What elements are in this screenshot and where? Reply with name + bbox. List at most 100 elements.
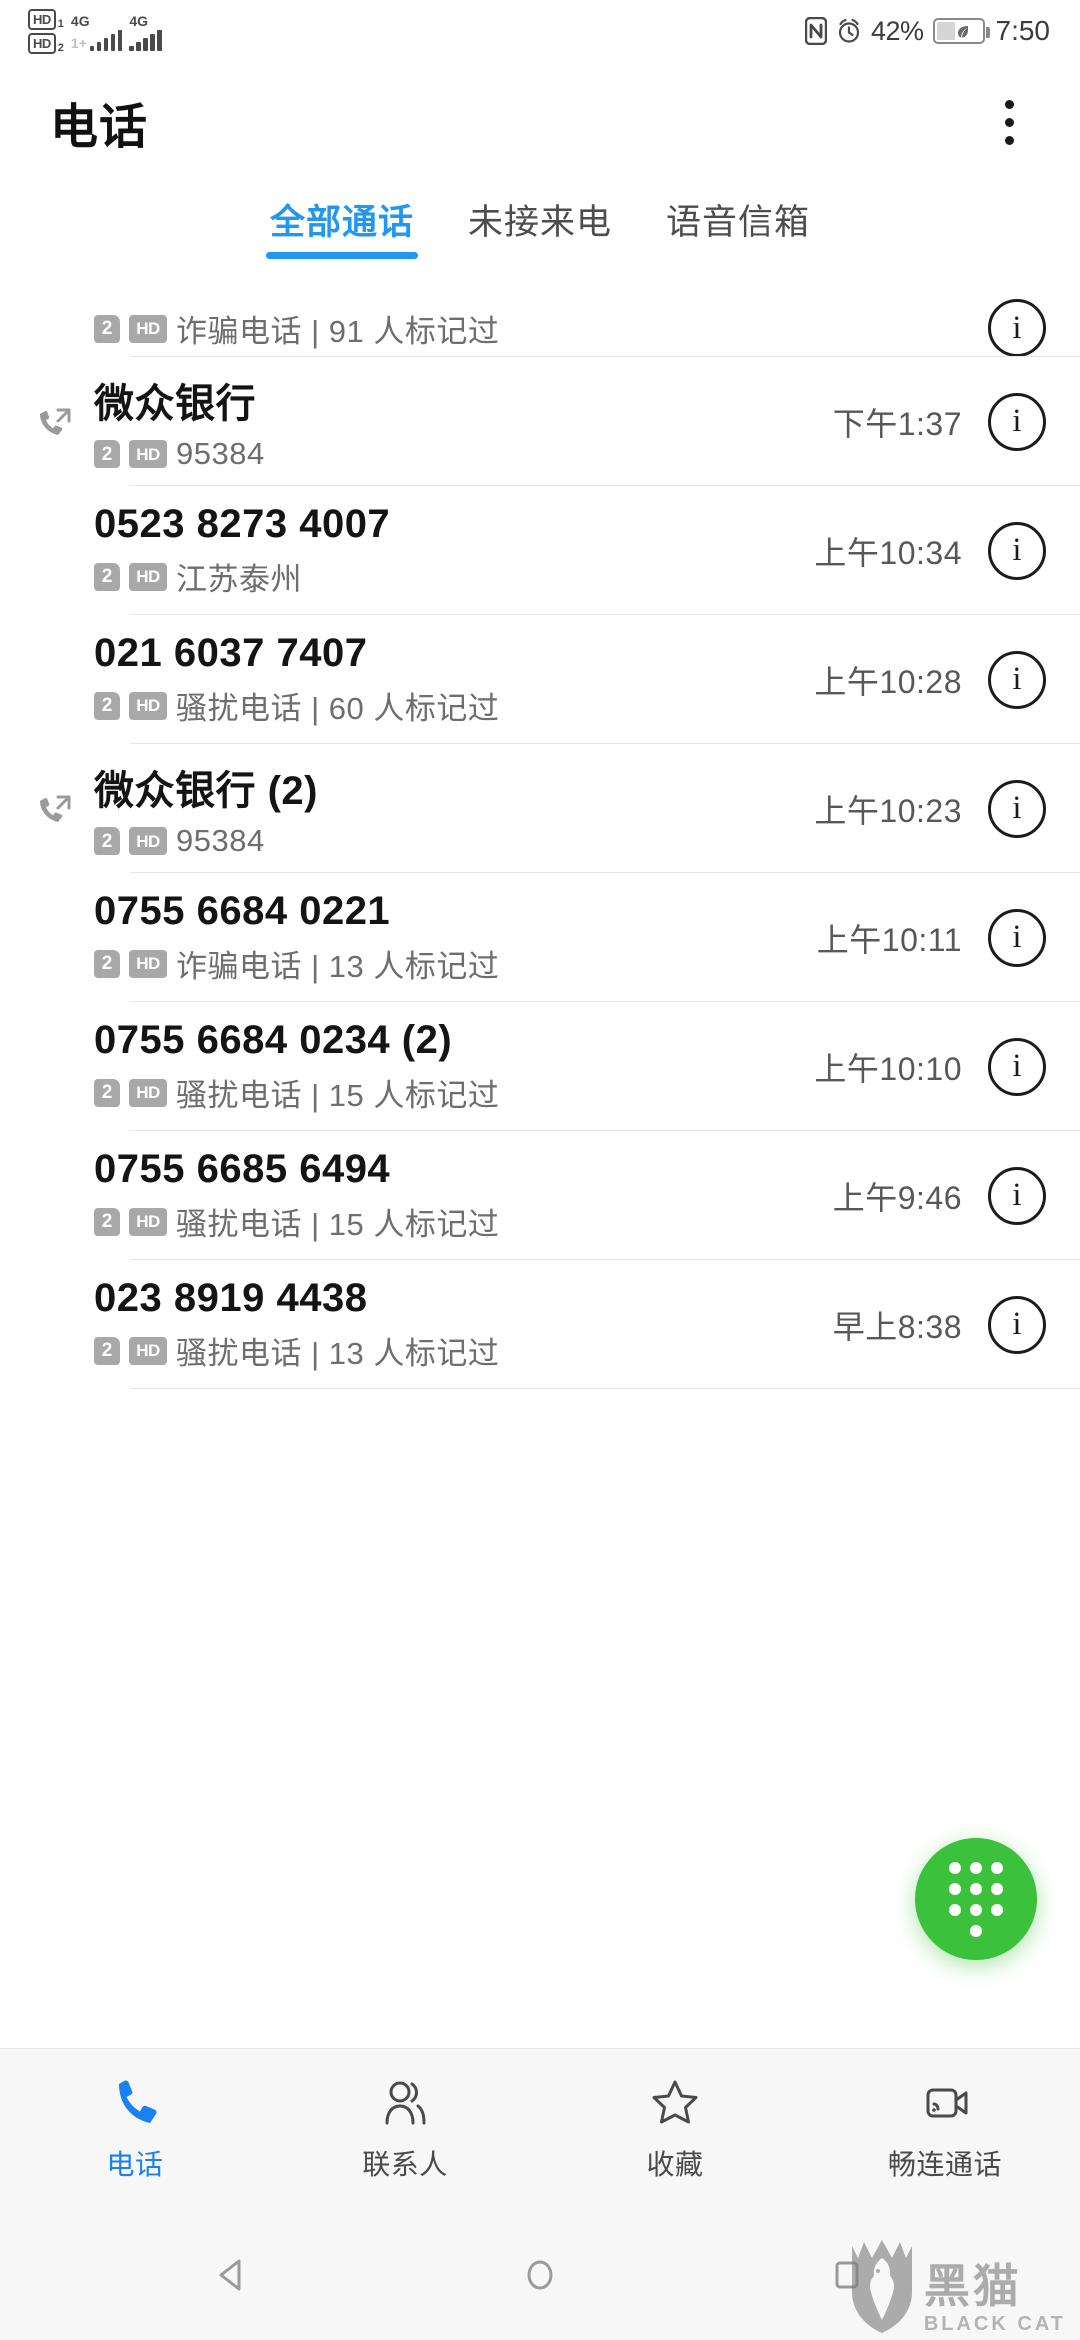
tab-voicemail[interactable]: 语音信箱 bbox=[660, 190, 816, 263]
table-row[interactable]: 023 8919 4438 2 HD 骚扰电话 | 13 人标记过 早上8:38… bbox=[0, 1260, 1080, 1389]
hd-indicator-sim2: HD 2 bbox=[28, 32, 64, 54]
nav-label: 电话 bbox=[106, 2149, 164, 2180]
hd-badge-icon: HD bbox=[28, 32, 56, 54]
nav-label: 畅连通话 bbox=[887, 2149, 1002, 2180]
call-description: 江苏泰州 bbox=[176, 562, 302, 597]
nfc-icon bbox=[804, 17, 827, 45]
call-details-button[interactable]: i bbox=[988, 908, 1046, 967]
system-navigation-bar: 黑猫 BLACK CAT bbox=[0, 2210, 1080, 2340]
table-row[interactable]: 0523 8273 4007 2 HD 江苏泰州 上午10:34 i bbox=[0, 486, 1080, 615]
call-contact-name: 021 6037 7407 bbox=[94, 631, 368, 675]
hd-badge: HD bbox=[129, 562, 167, 591]
call-contact-name: 0755 6684 0234 (2) bbox=[94, 1018, 453, 1062]
call-description: 诈骗电话 | 13 人标记过 bbox=[176, 949, 500, 984]
back-triangle-icon bbox=[219, 2259, 241, 2291]
call-details-button[interactable]: i bbox=[988, 1295, 1046, 1354]
nav-label: 收藏 bbox=[646, 2149, 704, 2180]
sim1-index: 1 bbox=[57, 17, 64, 30]
alarm-icon bbox=[838, 18, 860, 43]
sim-badge: 2 bbox=[94, 1207, 120, 1236]
nav-item-contacts[interactable]: 联系人 bbox=[270, 2076, 540, 2183]
signal-bars-icon bbox=[89, 29, 123, 51]
dialpad-icon bbox=[949, 1861, 1003, 1937]
call-time: 上午10:10 bbox=[814, 1050, 962, 1087]
watermark-cn: 黑猫 bbox=[923, 2260, 1022, 2312]
sim-badge: 2 bbox=[94, 1336, 120, 1365]
table-row[interactable]: 微众银行 2 HD 95384 下午1:37 i bbox=[0, 357, 1080, 486]
table-row[interactable]: 微众银行 (2) 2 HD 95384 上午10:23 i bbox=[0, 744, 1080, 873]
nav-item-meetime[interactable]: 畅连通话 bbox=[810, 2076, 1080, 2183]
call-details-button[interactable]: i bbox=[988, 1037, 1046, 1096]
hd-badge: HD bbox=[129, 691, 167, 720]
back-button[interactable] bbox=[198, 2240, 268, 2310]
call-description: 骚扰电话 | 13 人标记过 bbox=[176, 1336, 500, 1371]
signal-indicator-sim1: 4G 1+ bbox=[70, 11, 123, 51]
table-row[interactable]: 0755 6684 0234 (2) 2 HD 骚扰电话 | 15 人标记过 上… bbox=[0, 1002, 1080, 1131]
tab-bar: 全部通话 未接来电 语音信箱 bbox=[0, 182, 1080, 287]
table-row[interactable]: 021 6037 7407 2 HD 骚扰电话 | 60 人标记过 上午10:2… bbox=[0, 615, 1080, 744]
signal-bars-icon bbox=[129, 29, 162, 51]
home-button[interactable] bbox=[505, 2240, 575, 2310]
signal-indicator-sim2: 4G bbox=[129, 11, 162, 51]
hd-badge: HD bbox=[129, 440, 167, 468]
sim-badge: 2 bbox=[94, 949, 120, 978]
phone-app-screen: HD 1 HD 2 4G 1+ 4G 42% 7:50 电话 全部通话 未接来电… bbox=[0, 0, 1080, 2340]
call-contact-name: 微众银行 bbox=[94, 382, 256, 426]
tab-missed-calls[interactable]: 未接来电 bbox=[462, 190, 618, 263]
call-time: 下午1:37 bbox=[832, 405, 962, 442]
hd-badge: HD bbox=[129, 1078, 167, 1107]
table-row[interactable]: 0755 6685 6494 2 HD 骚扰电话 | 15 人标记过 上午9:4… bbox=[0, 1131, 1080, 1260]
call-contact-name: 023 8919 4438 bbox=[94, 1276, 368, 1320]
call-details-button[interactable]: i bbox=[988, 392, 1046, 451]
call-log-list[interactable]: 2 HD 诈骗电话 | 91 人标记过 下午1:59 i 微众银行 bbox=[0, 287, 1080, 2048]
hd-badge: HD bbox=[129, 1336, 167, 1365]
call-details-button[interactable]: i bbox=[988, 521, 1046, 580]
outgoing-call-icon bbox=[22, 789, 84, 829]
call-details-button[interactable]: i bbox=[988, 779, 1046, 838]
hd-badge: HD bbox=[129, 1207, 167, 1236]
sim-badge: 2 bbox=[94, 440, 120, 468]
sim-badge: 2 bbox=[94, 691, 120, 720]
call-details-button[interactable]: i bbox=[988, 650, 1046, 709]
call-description: 骚扰电话 | 60 人标记过 bbox=[176, 691, 500, 726]
table-row[interactable]: 0755 6684 0221 2 HD 诈骗电话 | 13 人标记过 上午10:… bbox=[0, 873, 1080, 1002]
table-row[interactable]: 2 HD 诈骗电话 | 91 人标记过 下午1:59 i bbox=[0, 287, 1080, 357]
star-icon bbox=[652, 2080, 698, 2124]
status-bar-clock: 7:50 bbox=[995, 15, 1051, 46]
outgoing-call-icon bbox=[22, 402, 84, 442]
watermark: 黑猫 BLACK CAT bbox=[846, 2238, 1066, 2334]
call-description: 骚扰电话 | 15 人标记过 bbox=[176, 1078, 500, 1113]
sim-badge: 2 bbox=[94, 314, 120, 343]
home-circle-icon bbox=[527, 2260, 553, 2290]
hd-indicator-sim1: HD 1 bbox=[28, 8, 64, 30]
call-contact-name: 0755 6685 6494 bbox=[94, 1147, 391, 1191]
hd-badge: HD bbox=[129, 827, 167, 855]
call-contact-name: 0755 6684 0221 bbox=[94, 889, 391, 933]
sim2-index: 2 bbox=[57, 41, 64, 54]
call-details-button[interactable]: i bbox=[988, 299, 1046, 357]
dialpad-fab-button[interactable] bbox=[915, 1838, 1037, 1960]
watermark-en: BLACK CAT bbox=[923, 2313, 1066, 2335]
volte-hd-indicators: HD 1 HD 2 bbox=[28, 8, 64, 54]
sim-badge: 2 bbox=[94, 827, 120, 855]
app-header: 电话 bbox=[0, 62, 1080, 182]
call-contact-name: 微众银行 (2) bbox=[94, 769, 318, 813]
network-sub-label: 1+ bbox=[70, 35, 87, 51]
status-bar-left: HD 1 HD 2 4G 1+ 4G bbox=[28, 8, 162, 54]
row-divider bbox=[130, 1387, 1080, 1389]
nav-item-phone[interactable]: 电话 bbox=[0, 2076, 270, 2183]
video-call-icon bbox=[926, 2088, 968, 2118]
tab-all-calls[interactable]: 全部通话 bbox=[264, 190, 420, 263]
call-description: 95384 bbox=[176, 823, 265, 858]
kebab-menu-icon[interactable] bbox=[982, 95, 1036, 149]
nav-item-favorites[interactable]: 收藏 bbox=[540, 2076, 810, 2183]
battery-percent-label: 42% bbox=[870, 15, 924, 46]
hd-badge-icon: HD bbox=[28, 8, 56, 30]
tab-label: 语音信箱 bbox=[666, 203, 811, 242]
call-time: 上午10:11 bbox=[816, 921, 962, 958]
sim-badge: 2 bbox=[94, 562, 120, 591]
call-time: 上午9:46 bbox=[832, 1179, 962, 1216]
nav-label: 联系人 bbox=[362, 2149, 448, 2180]
call-details-button[interactable]: i bbox=[988, 1166, 1046, 1225]
contacts-icon bbox=[385, 2081, 426, 2125]
